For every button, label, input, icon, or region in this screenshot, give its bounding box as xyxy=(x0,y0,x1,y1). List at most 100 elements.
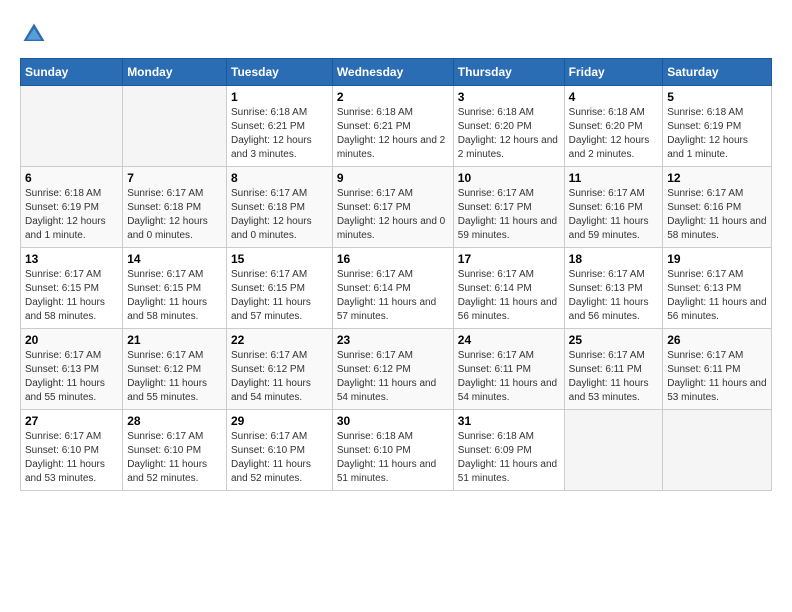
calendar-cell: 21 Sunrise: 6:17 AM Sunset: 6:12 PM Dayli… xyxy=(123,329,227,410)
day-info: Sunrise: 6:17 AM Sunset: 6:18 PM Dayligh… xyxy=(231,187,328,243)
day-number: 16 xyxy=(337,252,449,266)
day-number: 9 xyxy=(337,171,449,185)
calendar-cell: 14 Sunrise: 6:17 AM Sunset: 6:15 PM Dayli… xyxy=(123,248,227,329)
calendar-header: SundayMondayTuesdayWednesdayThursdayFrid… xyxy=(21,59,772,86)
day-info: Sunrise: 6:17 AM Sunset: 6:14 PM Dayligh… xyxy=(458,268,560,324)
header-cell-monday: Monday xyxy=(123,59,227,86)
day-info: Sunrise: 6:17 AM Sunset: 6:11 PM Dayligh… xyxy=(569,349,659,405)
header-cell-saturday: Saturday xyxy=(663,59,772,86)
calendar-cell: 22 Sunrise: 6:17 AM Sunset: 6:12 PM Dayli… xyxy=(227,329,333,410)
day-number: 7 xyxy=(127,171,222,185)
calendar-cell: 9 Sunrise: 6:17 AM Sunset: 6:17 PM Daylig… xyxy=(332,167,453,248)
calendar-cell: 15 Sunrise: 6:17 AM Sunset: 6:15 PM Dayli… xyxy=(227,248,333,329)
calendar-cell: 12 Sunrise: 6:17 AM Sunset: 6:16 PM Dayli… xyxy=(663,167,772,248)
day-info: Sunrise: 6:17 AM Sunset: 6:10 PM Dayligh… xyxy=(231,430,328,486)
calendar-cell: 31Sunrise: 6:18 AM Sunset: 6:09 PM Dayli… xyxy=(453,410,564,491)
calendar-cell xyxy=(663,410,772,491)
day-number: 25 xyxy=(569,333,659,347)
calendar-cell: 13 Sunrise: 6:17 AM Sunset: 6:15 PM Dayli… xyxy=(21,248,123,329)
header-cell-thursday: Thursday xyxy=(453,59,564,86)
calendar-cell: 20 Sunrise: 6:17 AM Sunset: 6:13 PM Dayli… xyxy=(21,329,123,410)
day-info: Sunrise: 6:17 AM Sunset: 6:16 PM Dayligh… xyxy=(667,187,767,243)
day-info: Sunrise: 6:18 AM Sunset: 6:21 PM Dayligh… xyxy=(231,106,328,162)
calendar-row: 1 Sunrise: 6:18 AM Sunset: 6:21 PM Daylig… xyxy=(21,86,772,167)
day-number: 15 xyxy=(231,252,328,266)
day-info: Sunrise: 6:17 AM Sunset: 6:15 PM Dayligh… xyxy=(231,268,328,324)
day-info: Sunrise: 6:18 AM Sunset: 6:19 PM Dayligh… xyxy=(667,106,767,162)
calendar-cell: 4 Sunrise: 6:18 AM Sunset: 6:20 PM Daylig… xyxy=(564,86,663,167)
calendar-cell: 1 Sunrise: 6:18 AM Sunset: 6:21 PM Daylig… xyxy=(227,86,333,167)
logo-icon xyxy=(20,20,48,48)
day-info: Sunrise: 6:17 AM Sunset: 6:16 PM Dayligh… xyxy=(569,187,659,243)
day-info: Sunrise: 6:17 AM Sunset: 6:15 PM Dayligh… xyxy=(127,268,222,324)
header-cell-tuesday: Tuesday xyxy=(227,59,333,86)
day-number: 31 xyxy=(458,414,560,428)
header-cell-sunday: Sunday xyxy=(21,59,123,86)
day-number: 4 xyxy=(569,90,659,104)
day-info: Sunrise: 6:17 AM Sunset: 6:12 PM Dayligh… xyxy=(337,349,449,405)
day-number: 29 xyxy=(231,414,328,428)
calendar-cell: 6Sunrise: 6:18 AM Sunset: 6:19 PM Daylig… xyxy=(21,167,123,248)
calendar-cell: 5 Sunrise: 6:18 AM Sunset: 6:19 PM Daylig… xyxy=(663,86,772,167)
calendar-cell: 27 Sunrise: 6:17 AM Sunset: 6:10 PM Dayli… xyxy=(21,410,123,491)
day-number: 21 xyxy=(127,333,222,347)
day-info: Sunrise: 6:17 AM Sunset: 6:17 PM Dayligh… xyxy=(458,187,560,243)
calendar-cell: 23Sunrise: 6:17 AM Sunset: 6:12 PM Dayli… xyxy=(332,329,453,410)
day-number: 18 xyxy=(569,252,659,266)
day-number: 8 xyxy=(231,171,328,185)
calendar-cell: 3Sunrise: 6:18 AM Sunset: 6:20 PM Daylig… xyxy=(453,86,564,167)
day-number: 13 xyxy=(25,252,118,266)
day-info: Sunrise: 6:18 AM Sunset: 6:20 PM Dayligh… xyxy=(569,106,659,162)
calendar-cell xyxy=(21,86,123,167)
day-number: 1 xyxy=(231,90,328,104)
day-info: Sunrise: 6:17 AM Sunset: 6:17 PM Dayligh… xyxy=(337,187,449,243)
day-number: 3 xyxy=(458,90,560,104)
calendar-cell: 28 Sunrise: 6:17 AM Sunset: 6:10 PM Dayli… xyxy=(123,410,227,491)
calendar-row: 13 Sunrise: 6:17 AM Sunset: 6:15 PM Dayli… xyxy=(21,248,772,329)
day-number: 14 xyxy=(127,252,222,266)
day-info: Sunrise: 6:17 AM Sunset: 6:15 PM Dayligh… xyxy=(25,268,118,324)
day-info: Sunrise: 6:18 AM Sunset: 6:10 PM Dayligh… xyxy=(337,430,449,486)
header xyxy=(20,20,772,48)
calendar-cell: 17Sunrise: 6:17 AM Sunset: 6:14 PM Dayli… xyxy=(453,248,564,329)
day-number: 2 xyxy=(337,90,449,104)
day-number: 12 xyxy=(667,171,767,185)
calendar-cell: 26Sunrise: 6:17 AM Sunset: 6:11 PM Dayli… xyxy=(663,329,772,410)
calendar-cell: 11 Sunrise: 6:17 AM Sunset: 6:16 PM Dayli… xyxy=(564,167,663,248)
day-info: Sunrise: 6:17 AM Sunset: 6:13 PM Dayligh… xyxy=(569,268,659,324)
calendar-cell: 24Sunrise: 6:17 AM Sunset: 6:11 PM Dayli… xyxy=(453,329,564,410)
header-row: SundayMondayTuesdayWednesdayThursdayFrid… xyxy=(21,59,772,86)
day-number: 11 xyxy=(569,171,659,185)
day-info: Sunrise: 6:17 AM Sunset: 6:13 PM Dayligh… xyxy=(667,268,767,324)
day-info: Sunrise: 6:17 AM Sunset: 6:12 PM Dayligh… xyxy=(231,349,328,405)
logo xyxy=(20,20,52,48)
day-number: 5 xyxy=(667,90,767,104)
calendar-cell xyxy=(123,86,227,167)
day-info: Sunrise: 6:17 AM Sunset: 6:13 PM Dayligh… xyxy=(25,349,118,405)
day-number: 24 xyxy=(458,333,560,347)
calendar-body: 1 Sunrise: 6:18 AM Sunset: 6:21 PM Daylig… xyxy=(21,86,772,491)
calendar-cell: 29 Sunrise: 6:17 AM Sunset: 6:10 PM Dayli… xyxy=(227,410,333,491)
day-number: 30 xyxy=(337,414,449,428)
day-info: Sunrise: 6:17 AM Sunset: 6:10 PM Dayligh… xyxy=(127,430,222,486)
day-number: 20 xyxy=(25,333,118,347)
day-number: 19 xyxy=(667,252,767,266)
day-info: Sunrise: 6:17 AM Sunset: 6:10 PM Dayligh… xyxy=(25,430,118,486)
calendar-cell: 19 Sunrise: 6:17 AM Sunset: 6:13 PM Dayli… xyxy=(663,248,772,329)
day-info: Sunrise: 6:17 AM Sunset: 6:18 PM Dayligh… xyxy=(127,187,222,243)
calendar-cell: 2 Sunrise: 6:18 AM Sunset: 6:21 PM Daylig… xyxy=(332,86,453,167)
calendar-cell xyxy=(564,410,663,491)
calendar-row: 27 Sunrise: 6:17 AM Sunset: 6:10 PM Dayli… xyxy=(21,410,772,491)
day-number: 26 xyxy=(667,333,767,347)
header-cell-wednesday: Wednesday xyxy=(332,59,453,86)
day-info: Sunrise: 6:17 AM Sunset: 6:14 PM Dayligh… xyxy=(337,268,449,324)
day-info: Sunrise: 6:18 AM Sunset: 6:21 PM Dayligh… xyxy=(337,106,449,162)
day-number: 28 xyxy=(127,414,222,428)
day-info: Sunrise: 6:17 AM Sunset: 6:12 PM Dayligh… xyxy=(127,349,222,405)
day-number: 22 xyxy=(231,333,328,347)
calendar-cell: 18 Sunrise: 6:17 AM Sunset: 6:13 PM Dayli… xyxy=(564,248,663,329)
calendar-cell: 8 Sunrise: 6:17 AM Sunset: 6:18 PM Daylig… xyxy=(227,167,333,248)
calendar-table: SundayMondayTuesdayWednesdayThursdayFrid… xyxy=(20,58,772,491)
day-info: Sunrise: 6:18 AM Sunset: 6:19 PM Dayligh… xyxy=(25,187,118,243)
day-number: 27 xyxy=(25,414,118,428)
